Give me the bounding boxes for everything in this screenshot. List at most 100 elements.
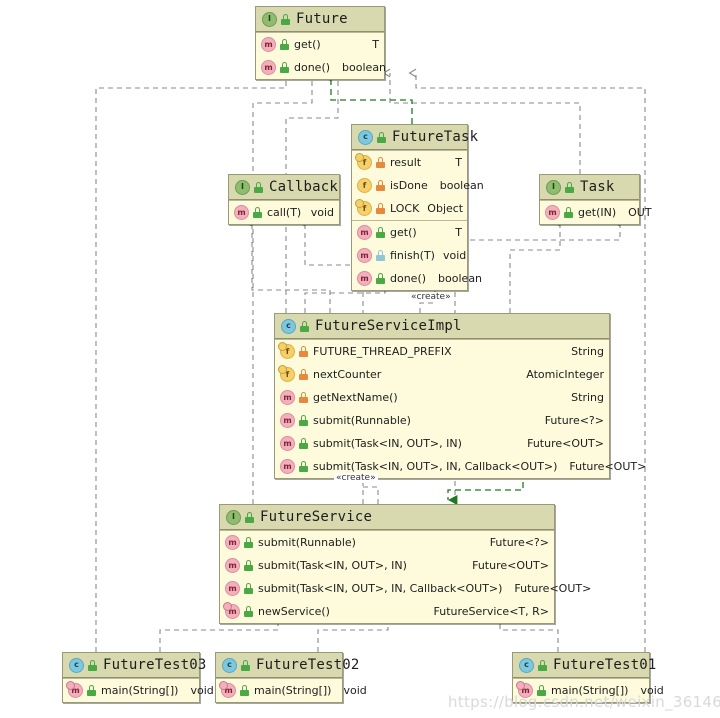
class-box-task[interactable]: I Task m get(IN) OUT bbox=[539, 174, 652, 225]
class-box-futuretest03[interactable]: c FutureTest03 m main(String[]) void bbox=[62, 652, 214, 703]
field-static-icon: f bbox=[278, 342, 295, 359]
public-visibility-icon bbox=[244, 560, 253, 571]
class-name: FutureTest01 bbox=[553, 657, 657, 673]
member-row[interactable]: m main(String[]) void bbox=[216, 679, 367, 702]
member-section: m main(String[]) void bbox=[63, 678, 214, 702]
member-type: boolean bbox=[438, 272, 483, 285]
class-box-futureservice[interactable]: I FutureService m submit(Runnable) Futur… bbox=[219, 504, 591, 624]
public-visibility-icon bbox=[564, 207, 573, 218]
member-type: String bbox=[571, 345, 604, 358]
member-name: submit(Task<IN, OUT>, IN) bbox=[313, 437, 462, 450]
member-name: newService() bbox=[258, 605, 330, 618]
member-type: void bbox=[343, 684, 367, 697]
member-name: main(String[]) bbox=[101, 684, 179, 697]
public-visibility-icon bbox=[538, 659, 547, 671]
member-row[interactable]: f isDone boolean bbox=[352, 174, 484, 197]
member-section: m get(IN) OUT bbox=[540, 200, 652, 224]
member-name: submit(Runnable) bbox=[258, 536, 356, 549]
class-box-futuretest02[interactable]: c FutureTest02 m main(String[]) void bbox=[215, 652, 367, 703]
public-visibility-icon bbox=[244, 583, 253, 594]
class-box-futuretask[interactable]: c FutureTask f result T f isDone boolean… bbox=[351, 124, 484, 291]
member-name: nextCounter bbox=[313, 368, 382, 381]
class-icon: c bbox=[519, 657, 534, 673]
class-box-callback[interactable]: I Callback m call(T) void bbox=[228, 174, 340, 225]
member-row[interactable]: m getNextName() String bbox=[275, 386, 609, 409]
member-type: Future<?> bbox=[544, 414, 604, 427]
public-visibility-icon bbox=[565, 181, 574, 193]
class-header-futuretest02: c FutureTest02 bbox=[216, 653, 359, 678]
class-box-future[interactable]: I Future m get() T m done() boolean bbox=[255, 6, 386, 80]
class-box-futureserviceimpl[interactable]: c FutureServiceImpl f FUTURE_THREAD_PREF… bbox=[274, 313, 646, 479]
member-row[interactable]: m newService() FutureService<T, R> bbox=[220, 600, 554, 623]
member-row[interactable]: f nextCounter AtomicInteger bbox=[275, 363, 609, 386]
method-icon: m bbox=[357, 248, 372, 263]
method-icon: m bbox=[357, 225, 372, 240]
member-row[interactable]: m call(T) void bbox=[229, 201, 339, 224]
member-name: get() bbox=[390, 226, 417, 239]
public-visibility-icon bbox=[280, 62, 289, 73]
member-row[interactable]: m submit(Runnable) Future<?> bbox=[220, 531, 554, 554]
member-row[interactable]: m submit(Task<IN, OUT>, IN, Callback<OUT… bbox=[275, 455, 646, 478]
public-visibility-icon bbox=[244, 606, 253, 617]
field-static-icon: f bbox=[278, 365, 295, 382]
class-name: FutureService bbox=[260, 509, 373, 525]
interface-icon: I bbox=[262, 11, 277, 27]
class-header-futuretest03: c FutureTest03 bbox=[63, 653, 206, 678]
public-visibility-icon bbox=[376, 227, 385, 238]
member-type: boolean bbox=[439, 179, 484, 192]
member-name: submit(Task<IN, OUT>, IN) bbox=[258, 559, 407, 572]
member-row[interactable]: m get() T bbox=[256, 33, 384, 56]
class-name: Future bbox=[296, 11, 348, 27]
private-visibility-icon bbox=[299, 369, 308, 380]
field-static-icon: f bbox=[355, 153, 372, 170]
method-icon: m bbox=[280, 459, 295, 474]
public-visibility-icon bbox=[245, 511, 254, 523]
method-icon: m bbox=[261, 60, 276, 75]
interface-icon: I bbox=[226, 509, 241, 525]
member-row[interactable]: m done() boolean bbox=[352, 267, 482, 290]
member-type: T bbox=[455, 156, 462, 169]
member-row[interactable]: f result T bbox=[352, 151, 467, 174]
member-row[interactable]: m submit(Task<IN, OUT>, IN) Future<OUT> bbox=[275, 432, 609, 455]
member-section: m call(T) void bbox=[229, 200, 339, 224]
member-row[interactable]: f LOCK Object bbox=[352, 197, 467, 220]
member-name: getNextName() bbox=[313, 391, 398, 404]
method-icon: m bbox=[357, 271, 372, 286]
member-name: get() bbox=[294, 38, 321, 51]
member-row[interactable]: m submit(Runnable) Future<?> bbox=[275, 409, 609, 432]
class-icon: c bbox=[69, 657, 84, 673]
public-visibility-icon bbox=[299, 438, 308, 449]
member-type: Future<OUT> bbox=[527, 437, 604, 450]
member-row[interactable]: m submit(Task<IN, OUT>, IN) Future<OUT> bbox=[220, 554, 554, 577]
class-header-futuretest01: c FutureTest01 bbox=[513, 653, 656, 678]
member-section: m get() T m done() boolean bbox=[256, 32, 386, 79]
public-visibility-icon bbox=[240, 685, 249, 696]
member-row[interactable]: m submit(Task<IN, OUT>, IN, Callback<OUT… bbox=[220, 577, 591, 600]
public-visibility-icon bbox=[241, 659, 250, 671]
method-icon: m bbox=[225, 535, 240, 550]
member-row[interactable]: m get() T bbox=[352, 221, 467, 244]
class-name: FutureTest03 bbox=[103, 657, 207, 673]
member-row[interactable]: f FUTURE_THREAD_PREFIX String bbox=[275, 340, 609, 363]
member-name: LOCK bbox=[390, 202, 420, 215]
class-name: Callback bbox=[269, 179, 339, 195]
member-name: isDone bbox=[390, 179, 428, 192]
private-visibility-icon bbox=[376, 157, 385, 168]
protected-visibility-icon bbox=[376, 250, 385, 261]
member-row[interactable]: m finish(T) void bbox=[352, 244, 467, 267]
field-static-icon: f bbox=[355, 199, 372, 216]
member-row[interactable]: m done() boolean bbox=[256, 56, 386, 79]
class-name: Task bbox=[580, 179, 615, 195]
member-row[interactable]: m get(IN) OUT bbox=[540, 201, 652, 224]
method-icon: m bbox=[225, 558, 240, 573]
stereotype-create-futuretask: «create» bbox=[409, 292, 453, 302]
field-section: f result T f isDone boolean f LOCK Objec… bbox=[352, 150, 484, 220]
class-icon: c bbox=[222, 657, 237, 673]
member-row[interactable]: m main(String[]) void bbox=[63, 679, 214, 702]
method-icon: m bbox=[280, 390, 295, 405]
class-header-futureservice: I FutureService bbox=[220, 505, 554, 530]
method-icon: m bbox=[545, 205, 560, 220]
member-name: get(IN) bbox=[578, 206, 617, 219]
member-section: f FUTURE_THREAD_PREFIX String f nextCoun… bbox=[275, 339, 646, 478]
public-visibility-icon bbox=[299, 415, 308, 426]
